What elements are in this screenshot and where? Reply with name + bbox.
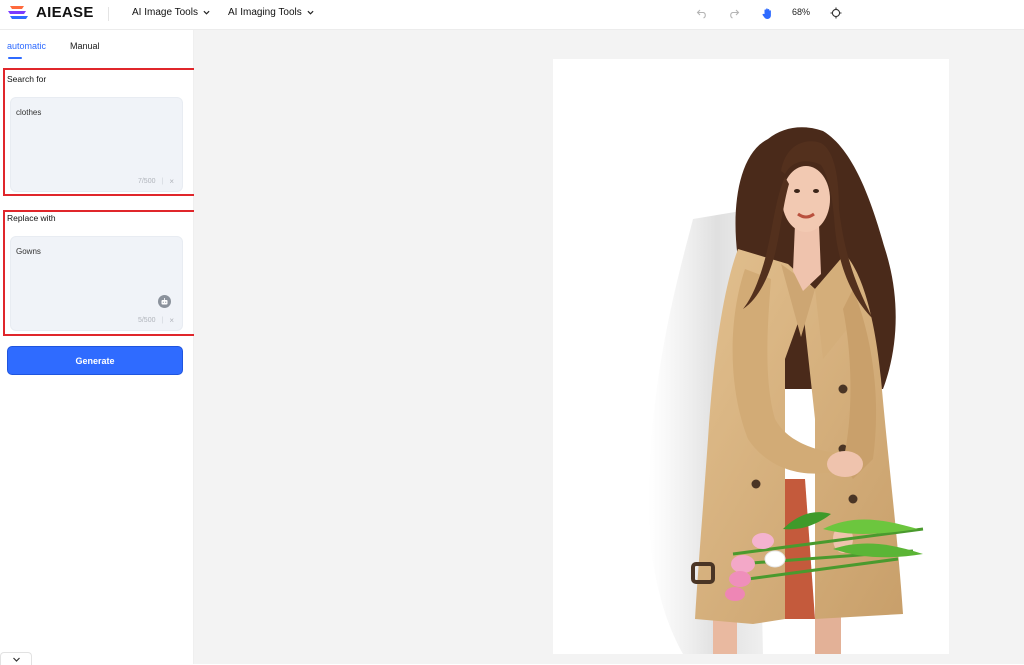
collapse-panel-button[interactable] — [0, 652, 32, 665]
chevron-down-icon — [307, 10, 314, 15]
woman-in-trench-coat-image — [648, 127, 924, 654]
brand-name: AIEASE — [36, 3, 94, 21]
top-bar: AIEASE AI Image Tools AI Imaging Tools 6… — [0, 0, 1024, 30]
tab-manual[interactable]: Manual — [70, 41, 100, 51]
zoom-level[interactable]: 68% — [792, 7, 810, 17]
recenter-button[interactable] — [829, 6, 843, 20]
editor-canvas[interactable] — [194, 30, 1024, 664]
nav-ai-imaging-tools[interactable]: AI Imaging Tools — [228, 7, 314, 18]
pan-hand-button[interactable] — [760, 6, 774, 20]
generate-button[interactable]: Generate — [7, 346, 183, 375]
header-divider — [108, 7, 109, 21]
chevron-down-icon — [12, 657, 20, 662]
nav-ai-imaging-tools-label: AI Imaging Tools — [228, 7, 302, 18]
undo-button[interactable] — [695, 6, 709, 20]
edited-photo[interactable] — [553, 59, 949, 654]
tab-automatic[interactable]: automatic — [7, 41, 46, 51]
nav-ai-image-tools[interactable]: AI Image Tools — [132, 7, 210, 18]
brand-logo[interactable]: AIEASE — [8, 3, 94, 21]
redo-button[interactable] — [727, 6, 741, 20]
chevron-down-icon — [203, 10, 210, 15]
nav-ai-image-tools-label: AI Image Tools — [132, 7, 198, 18]
replace-with-highlight-box — [3, 210, 201, 336]
hand-icon — [762, 7, 771, 19]
aiease-logo-icon — [8, 6, 28, 19]
sidebar: automatic Manual Search for clothes 7/50… — [0, 30, 201, 665]
undo-icon — [696, 9, 706, 19]
search-for-highlight-box — [3, 68, 199, 196]
active-tab-indicator — [8, 57, 22, 59]
redo-icon — [730, 9, 740, 19]
crosshair-icon — [830, 7, 842, 19]
